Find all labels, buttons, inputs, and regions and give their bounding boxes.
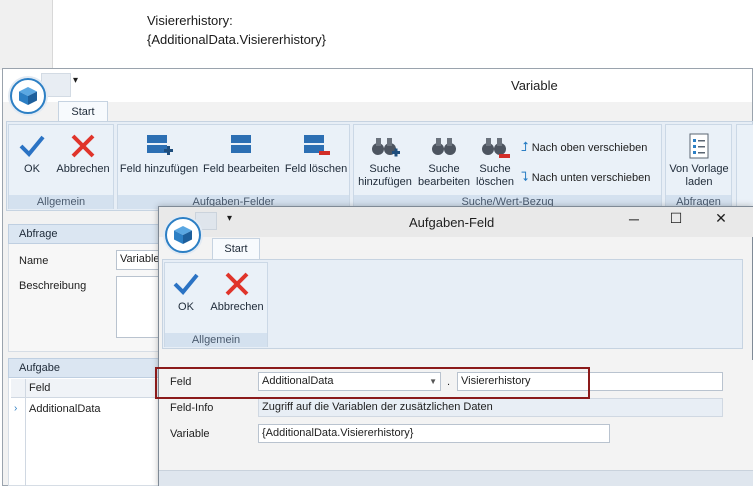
arrow-down-icon: ⮧ xyxy=(521,169,529,184)
maximize-icon[interactable]: ☐ xyxy=(666,210,686,227)
field-add-label: Feld hinzufügen xyxy=(119,163,199,175)
move-down-button[interactable]: ⮧ Nach unten verschieben xyxy=(521,169,650,185)
description-label: Beschreibung xyxy=(19,280,87,292)
name-input[interactable]: Variable xyxy=(116,250,162,270)
move-up-button[interactable]: ⮥ Nach oben verschieben xyxy=(521,139,647,155)
binoculars-delete-icon xyxy=(482,138,510,158)
description-input[interactable] xyxy=(116,276,162,338)
move-down-label: Nach unten verschieben xyxy=(531,172,651,184)
document-line-2: {AdditionalData.Visiererhistory} xyxy=(147,32,326,47)
search-edit-label-2: bearbeiten xyxy=(418,176,470,188)
search-delete-label-1: Suche xyxy=(479,163,511,175)
grid-column-feld[interactable]: Feld xyxy=(29,382,50,394)
field-edit-label: Feld bearbeiten xyxy=(203,163,280,175)
search-delete-label-2: löschen xyxy=(476,176,514,188)
minimize-icon[interactable]: ─ xyxy=(624,211,644,227)
load-template-button[interactable]: Von Vorlage laden xyxy=(666,132,732,189)
search-add-label-2: hinzufügen xyxy=(358,176,412,188)
field-add-icon xyxy=(147,135,173,155)
search-add-button[interactable]: Suche hinzufügen xyxy=(356,134,414,189)
ribbon-group-overflow xyxy=(736,124,753,209)
document-line-1: Visiererhistory: xyxy=(147,13,233,28)
group-label-allgemein: Allgemein xyxy=(9,195,113,209)
dialog-cross-icon xyxy=(225,272,249,296)
field-dialog-title: Aufgaben-Feld xyxy=(409,215,495,230)
binoculars-edit-icon xyxy=(432,138,456,155)
move-up-label: Nach oben verschieben xyxy=(531,142,648,154)
table-row[interactable]: AdditionalData xyxy=(29,403,101,415)
dialog-cancel-button[interactable]: Abbrechen xyxy=(210,270,264,314)
app-cube-icon[interactable] xyxy=(10,78,46,114)
dialog-tab-start[interactable]: Start xyxy=(212,238,260,260)
field-edit-button[interactable]: Feld bearbeiten xyxy=(203,132,279,176)
cross-icon xyxy=(71,134,95,158)
ok-button[interactable]: OK xyxy=(16,132,48,176)
cancel-button[interactable]: Abbrechen xyxy=(56,132,110,176)
dialog-app-cube-icon[interactable] xyxy=(165,217,201,253)
variable-input[interactable]: {AdditionalData.Visiererhistory} xyxy=(258,424,610,443)
highlight-frame xyxy=(155,367,590,399)
feld-info-value: Zugriff auf die Variablen der zusätzlich… xyxy=(258,398,723,417)
field-delete-button[interactable]: Feld löschen xyxy=(284,132,348,176)
grid-row-indicator-column xyxy=(11,379,26,486)
dialog-quick-access-dropdown[interactable]: ▾ xyxy=(227,213,232,224)
row-pointer-icon: › xyxy=(14,403,18,414)
quick-access-dropdown[interactable]: ▾ xyxy=(73,75,78,86)
dialog-cancel-label: Abbrechen xyxy=(210,301,264,313)
binoculars-add-icon xyxy=(372,138,400,157)
search-delete-button[interactable]: Suche löschen xyxy=(474,134,516,189)
dialog-check-icon xyxy=(173,273,199,295)
load-template-label-1: Von Vorlage xyxy=(669,163,729,175)
search-edit-button[interactable]: Suche bearbeiten xyxy=(416,134,472,189)
load-template-label-2: laden xyxy=(685,176,713,188)
dialog-status-bar xyxy=(159,470,753,486)
ok-button-label: OK xyxy=(24,163,40,175)
search-add-label-1: Suche xyxy=(369,163,401,175)
dialog-ok-button[interactable]: OK xyxy=(170,270,202,314)
template-load-icon xyxy=(689,133,709,159)
variable-titlebar: ▾ Variable xyxy=(3,69,752,102)
feld-info-label: Feld-Info xyxy=(170,402,214,414)
tab-start[interactable]: Start xyxy=(58,101,108,122)
close-icon[interactable]: ✕ xyxy=(711,210,731,227)
dialog-group-label-allgemein: Allgemein xyxy=(165,333,267,347)
search-edit-label-1: Suche xyxy=(428,163,460,175)
field-edit-icon xyxy=(231,135,251,153)
variable-window-title: Variable xyxy=(511,78,558,93)
check-icon xyxy=(19,135,45,157)
field-delete-icon xyxy=(304,135,330,155)
cancel-button-label: Abbrechen xyxy=(56,163,110,175)
name-label: Name xyxy=(19,255,49,267)
document-margin xyxy=(0,0,53,70)
dialog-ok-label: OK xyxy=(178,301,194,313)
field-delete-label: Feld löschen xyxy=(284,163,348,175)
abfrage-panel-header: Abfrage xyxy=(8,224,160,244)
arrow-up-icon: ⮥ xyxy=(521,139,529,154)
field-add-button[interactable]: Feld hinzufügen xyxy=(119,132,199,176)
variable-label: Variable xyxy=(170,428,210,440)
aufgabe-panel-header: Aufgabe xyxy=(8,358,160,378)
